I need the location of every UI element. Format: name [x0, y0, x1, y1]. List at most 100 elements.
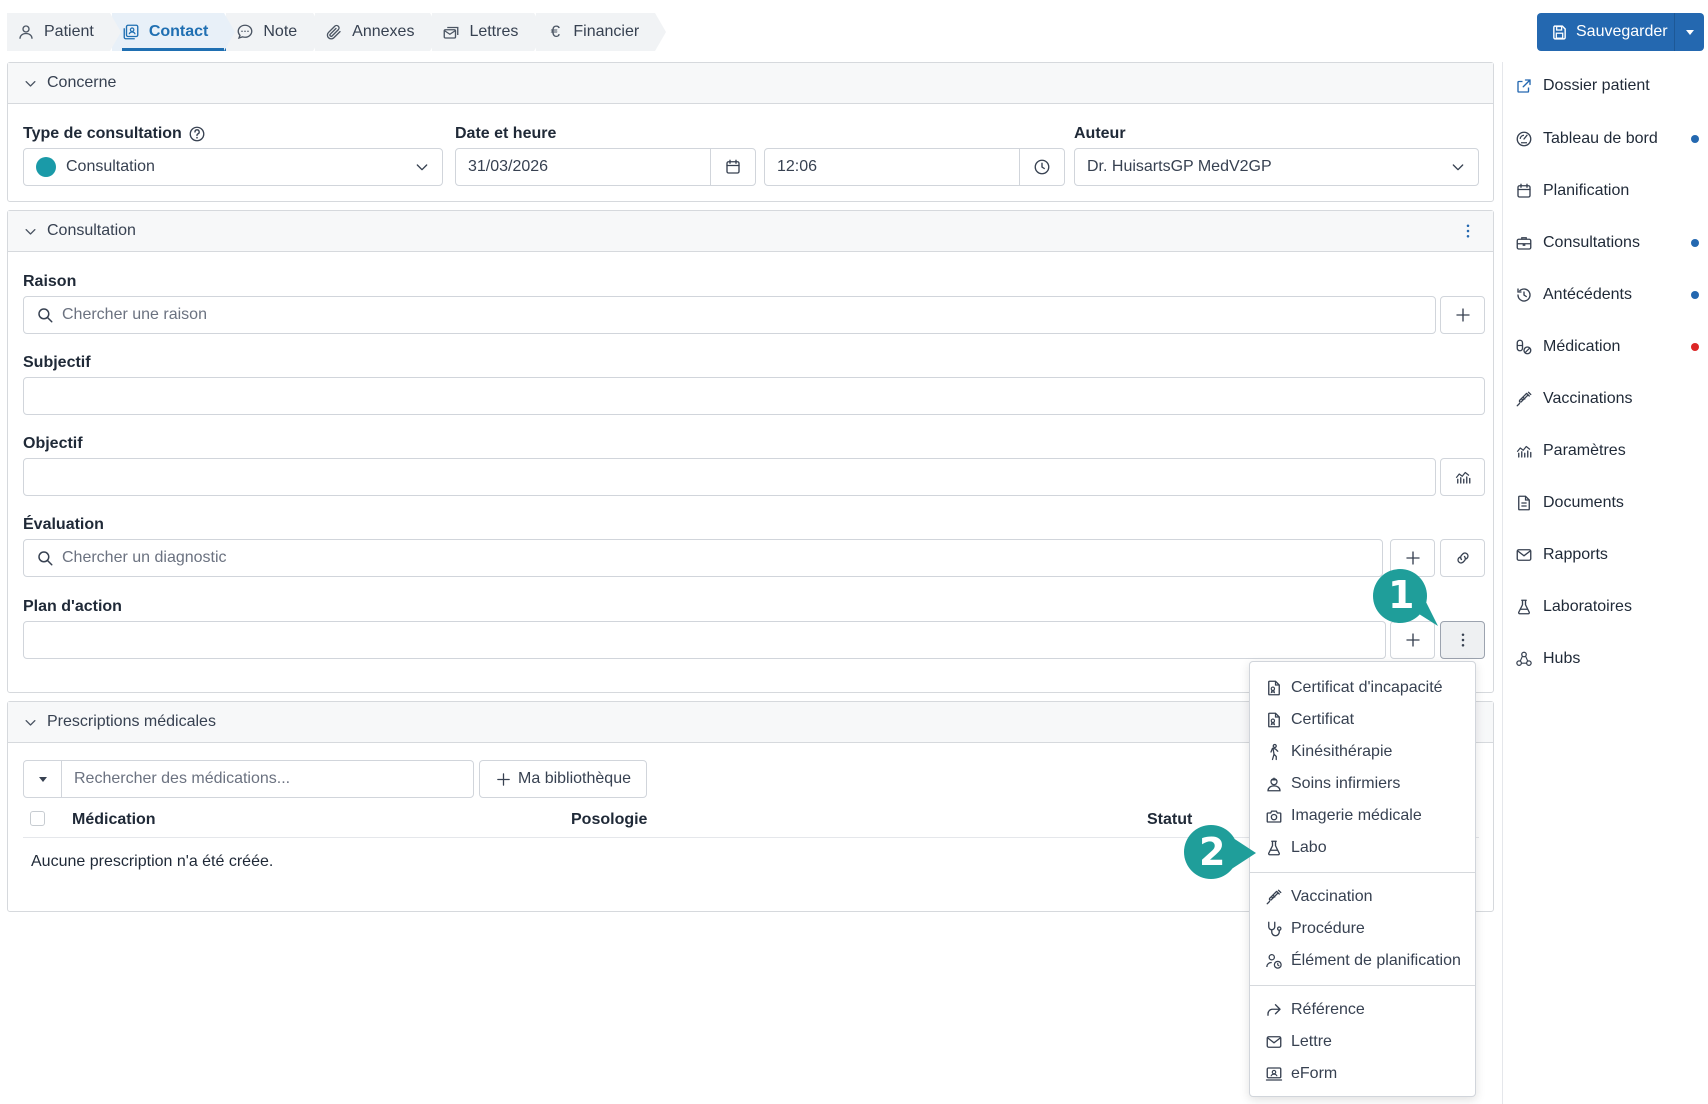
parameters-chart-button[interactable] [1440, 458, 1485, 496]
tab-note[interactable]: Note [226, 13, 324, 51]
menu-item-procedure[interactable]: Procédure [1265, 916, 1365, 942]
menu-item-label: eForm [1291, 1065, 1338, 1082]
tab-lettres[interactable]: Lettres [432, 13, 546, 51]
tab-contact[interactable]: Contact [111, 13, 235, 51]
sidebar-item-dossier-patient[interactable]: Dossier patient [1515, 71, 1701, 101]
plus-icon [1404, 549, 1422, 567]
panel-title: Consultation [47, 222, 136, 239]
tab-annexes[interactable]: Annexes [315, 13, 442, 51]
raison-search-input[interactable]: Chercher une raison [23, 296, 1436, 334]
sidebar-item-tableau-de-bord[interactable]: Tableau de bord [1515, 124, 1701, 154]
objectif-label: Objectif [23, 435, 83, 452]
sidebar-item-label: Médication [1543, 338, 1621, 355]
tab-patient[interactable]: Patient [7, 13, 121, 51]
active-tab-indicator [121, 48, 231, 51]
sidebar-item-consultations[interactable]: Consultations [1515, 228, 1701, 258]
hubs-icon [1515, 650, 1533, 668]
chevron-down-icon [414, 159, 430, 175]
add-raison-button[interactable] [1440, 296, 1485, 334]
type-consultation-select[interactable]: Consultation [23, 148, 443, 186]
link-icon [1454, 549, 1472, 567]
concerne-panel: Concerne Type de consultation Consultati… [7, 62, 1494, 202]
tab-label: Annexes [352, 23, 415, 40]
sidebar-item-vaccinations[interactable]: Vaccinations [1515, 384, 1701, 414]
concerne-header[interactable]: Concerne [8, 63, 1493, 104]
tab-financier[interactable]: € Financier [536, 13, 666, 51]
help-icon[interactable] [188, 125, 206, 143]
chevron-down-icon [1450, 159, 1466, 175]
sidebar-item-documents[interactable]: Documents [1515, 488, 1701, 518]
menu-item-kinesitherapie[interactable]: Kinésithérapie [1265, 739, 1392, 765]
menu-item-imagerie-medicale[interactable]: Imagerie médicale [1265, 803, 1422, 829]
auteur-select[interactable]: Dr. HuisartsGP MedV2GP [1074, 148, 1479, 186]
menu-item-vaccination[interactable]: Vaccination [1265, 884, 1373, 910]
save-button[interactable]: Sauvegarder [1537, 13, 1674, 51]
menu-item-lettre[interactable]: Lettre [1265, 1029, 1332, 1055]
auteur-value: Dr. HuisartsGP MedV2GP [1087, 158, 1272, 175]
sidebar-item-planification[interactable]: Planification [1515, 176, 1701, 206]
sidebar-item-antecedents[interactable]: Antécédents [1515, 280, 1701, 310]
menu-item-eform[interactable]: eForm [1265, 1061, 1337, 1087]
medication-search-placeholder: Rechercher des médications... [74, 770, 291, 787]
time-picker-button[interactable] [1019, 149, 1064, 185]
eform-icon [1265, 1065, 1283, 1083]
column-header-posologie[interactable]: Posologie [571, 811, 647, 829]
plan-action-field[interactable] [23, 621, 1386, 659]
clock-icon [1033, 158, 1051, 176]
select-all-checkbox[interactable] [30, 811, 45, 826]
menu-item-certificat-incapacite[interactable]: Certificat d'incapacité [1265, 675, 1443, 701]
callout-2: 2 [1180, 822, 1258, 882]
sidebar-item-hubs[interactable]: Hubs [1515, 644, 1701, 674]
medication-search-input[interactable]: Rechercher des médications... [23, 760, 474, 798]
menu-item-soins-infirmiers[interactable]: Soins infirmiers [1265, 771, 1400, 797]
evaluation-search-input[interactable]: Chercher un diagnostic [23, 539, 1383, 577]
menu-item-label: Lettre [1291, 1033, 1332, 1050]
menu-item-label: Kinésithérapie [1291, 743, 1393, 760]
external-link-icon [1515, 77, 1533, 95]
paperclip-icon [325, 23, 343, 41]
tab-label: Contact [148, 23, 209, 40]
user-icon [17, 23, 35, 41]
sidebar-item-label: Hubs [1543, 650, 1581, 667]
sidebar-item-laboratoires[interactable]: Laboratoires [1515, 592, 1701, 622]
save-options-toggle[interactable] [1674, 13, 1704, 51]
tab-label: Financier [573, 23, 640, 40]
caret-down-icon [38, 776, 47, 782]
save-button-group: Sauvegarder [1537, 13, 1704, 51]
notification-dot [1691, 291, 1699, 299]
euro-icon: € [550, 22, 561, 41]
nurse-icon [1265, 775, 1283, 793]
share-icon [1265, 1001, 1283, 1019]
menu-item-element-planification[interactable]: Élément de planification [1265, 948, 1461, 974]
time-input[interactable]: 12:06 [764, 148, 1065, 186]
column-header-medication[interactable]: Médication [72, 811, 156, 829]
chat-icon [236, 23, 254, 41]
history-icon [1515, 286, 1533, 304]
consultation-header[interactable]: Consultation [8, 211, 1493, 252]
sidebar-item-parametres[interactable]: Paramètres [1515, 436, 1701, 466]
sidebar-item-medication[interactable]: Médication [1515, 332, 1701, 362]
callout-1: 1 [1372, 568, 1452, 640]
kebab-menu-icon[interactable] [1459, 222, 1477, 240]
menu-item-certificat[interactable]: Certificat [1265, 707, 1354, 733]
menu-item-label: Certificat [1291, 711, 1355, 728]
mail-icon [1265, 1033, 1283, 1051]
menu-item-reference[interactable]: Référence [1265, 997, 1365, 1023]
subjectif-field[interactable] [23, 377, 1485, 415]
objectif-field[interactable] [23, 458, 1436, 496]
ma-bibliotheque-button[interactable]: Ma bibliothèque [479, 760, 647, 798]
tab-bar: Patient Contact Note Annexes Lettres € F… [7, 13, 666, 51]
sidebar-item-label: Dossier patient [1543, 77, 1650, 94]
certificate-icon [1265, 679, 1283, 697]
menu-item-labo[interactable]: Labo [1265, 835, 1327, 861]
date-picker-button[interactable] [710, 149, 755, 185]
date-input[interactable]: 31/03/2026 [455, 148, 756, 186]
raison-placeholder: Chercher une raison [62, 306, 207, 323]
empty-prescriptions-text: Aucune prescription n'a été créée. [31, 853, 274, 870]
chevron-down-icon [23, 76, 38, 91]
sidebar-item-rapports[interactable]: Rapports [1515, 540, 1701, 570]
notification-dot [1691, 239, 1699, 247]
sidebar-item-label: Tableau de bord [1543, 130, 1658, 147]
syringe-icon [1515, 390, 1533, 408]
medication-search-mode-toggle[interactable] [24, 761, 62, 797]
